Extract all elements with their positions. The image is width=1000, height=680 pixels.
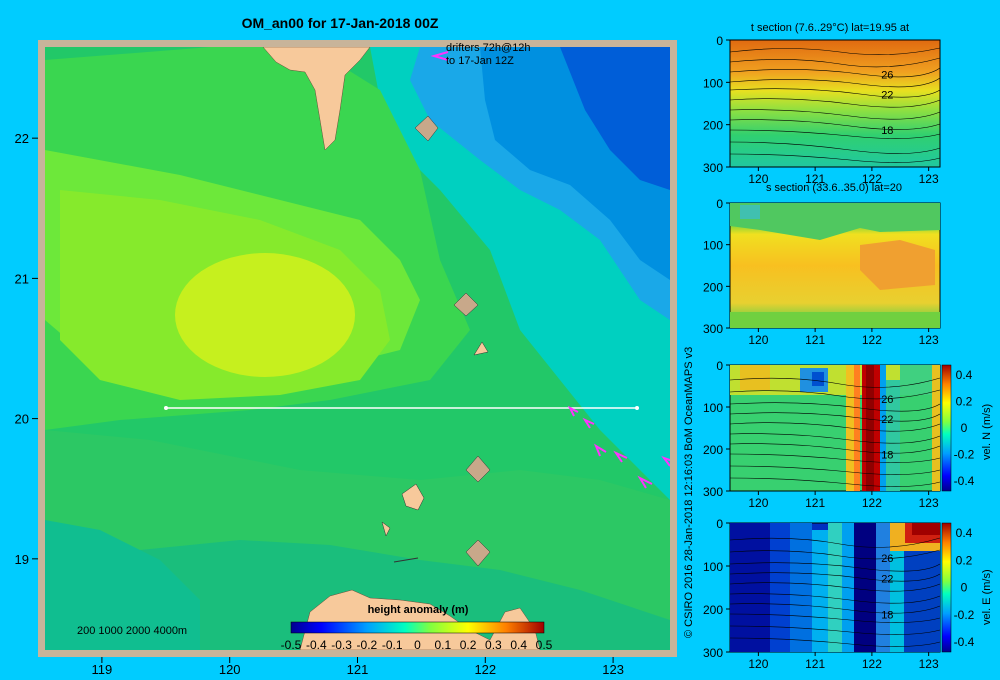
- panel-y-tick-label: 300: [703, 322, 723, 336]
- colorbar-title: height anomaly (m): [368, 604, 469, 616]
- panel-y-tick-label: 100: [703, 239, 723, 253]
- panel-y-tick-label: 100: [703, 401, 723, 415]
- map-x-tick-label: 120: [219, 662, 241, 677]
- panel-x-tick-label: 120: [748, 496, 768, 510]
- contour-label: 26: [881, 553, 893, 565]
- panel-y-tick-label: 0: [716, 359, 723, 373]
- figure-canvas: drifters 72h@12h to 17-Jan 12Z 200 1000 …: [15, 22, 993, 677]
- panel-colorbar-tick-label: 0.2: [956, 553, 973, 567]
- contour-label: 18: [881, 449, 893, 461]
- colorbar-tick-label: -0.5: [281, 638, 302, 652]
- panel-colorbar-tick-label: 0.4: [956, 368, 973, 382]
- height-anomaly-map: drifters 72h@12h to 17-Jan 12Z 200 1000 …: [15, 40, 677, 677]
- colorbar-tick-label: -0.2: [357, 638, 378, 652]
- map-field: [45, 47, 670, 650]
- panel-x-tick-label: 123: [919, 333, 939, 347]
- panel-x-tick-label: 120: [748, 172, 768, 186]
- map-y-ticks: 19 20 21 22: [15, 131, 38, 567]
- map-x-tick-label: 123: [602, 662, 624, 677]
- colorbar-tick-label: 0.4: [510, 638, 527, 652]
- colorbar-tick-label: -0.3: [331, 638, 352, 652]
- panel-colorbar-tick-label: -0.2: [954, 608, 975, 622]
- panel-x-tick-label: 122: [862, 333, 882, 347]
- contour-label: 26: [881, 394, 893, 406]
- contour-label: 18: [881, 610, 893, 622]
- panel-x-tick-label: 122: [862, 657, 882, 671]
- colorbar-tick-label: 0.2: [460, 638, 477, 652]
- colorbar-ticks: -0.5 -0.4 -0.3 -0.2 -0.1 0 0.1 0.2 0.3 0.4 0.5: [281, 638, 553, 652]
- colorbar-tick-label: 0.5: [536, 638, 553, 652]
- panel-x-tick-label: 121: [805, 657, 825, 671]
- drifter-label-2: to 17-Jan 12Z: [446, 55, 514, 67]
- panel-x-tick-label: 123: [919, 172, 939, 186]
- panel-y-tick-label: 0: [716, 197, 723, 211]
- panel-x-tick-label: 123: [919, 496, 939, 510]
- map-x-tick-label: 122: [474, 662, 496, 677]
- map-y-tick-label: 21: [15, 271, 29, 286]
- t-section-title: t section (7.6..29°C) lat=19.95 at: [751, 22, 909, 34]
- panel-colorbar-tick-label: -0.4: [954, 635, 975, 649]
- contour-label: 22: [881, 90, 893, 102]
- map-y-tick-label: 22: [15, 131, 29, 146]
- vel-e-panel: vel. E (m/s): [729, 522, 993, 653]
- panel-y-tick-label: 300: [703, 161, 723, 175]
- credit-text: © CSIRO 2016 28-Jan-2018 12:16:03 BoM Oc…: [683, 347, 695, 638]
- map-x-tick-label: 121: [347, 662, 369, 677]
- colorbar-tick-label: -0.1: [382, 638, 403, 652]
- vel-n-panel: vel. N (m/s): [729, 364, 993, 492]
- map-region-yellowgreen: [175, 253, 355, 377]
- panel-y-tick-label: 200: [703, 443, 723, 457]
- panel-y-tick-label: 0: [716, 517, 723, 531]
- panel-y-tick-label: 200: [703, 119, 723, 133]
- panel-x-tick-label: 123: [919, 657, 939, 671]
- panel-x-tick-label: 120: [748, 333, 768, 347]
- panel-x-tick-label: 120: [748, 657, 768, 671]
- panel-colorbar-tick-label: -0.4: [954, 474, 975, 488]
- panel-x-tick-label: 121: [805, 172, 825, 186]
- panel-colorbar-tick-label: 0.4: [956, 526, 973, 540]
- drifter-label-1: drifters 72h@12h: [446, 42, 531, 54]
- contour-label: 22: [881, 414, 893, 426]
- panel-colorbar-tick-label: -0.2: [954, 448, 975, 462]
- map-y-tick-label: 20: [15, 412, 29, 427]
- map-x-tick-label: 119: [92, 662, 113, 677]
- colorbar-tick-label: -0.4: [306, 638, 327, 652]
- colorbar-bar: [290, 621, 545, 634]
- panel-colorbar-tick-label: 0.2: [956, 395, 973, 409]
- panel-y-tick-label: 300: [703, 485, 723, 499]
- contour-label: 22: [881, 573, 893, 585]
- contour-label: 18: [881, 125, 893, 137]
- vel-n-label: vel. N (m/s): [981, 404, 993, 460]
- contour-label: 26: [881, 69, 893, 81]
- panel-y-tick-label: 100: [703, 76, 723, 90]
- t-section-panel: t section (7.6..29°C) lat=19.95 at: [729, 22, 941, 168]
- colorbar-tick-label: 0.3: [485, 638, 502, 652]
- panel-x-tick-label: 122: [862, 496, 882, 510]
- panel-colorbar-tick-label: 0: [961, 581, 968, 595]
- map-y-tick-label: 19: [15, 552, 29, 567]
- panel-y-tick-label: 0: [716, 34, 723, 48]
- depth-legend: 200 1000 2000 4000m: [77, 625, 187, 637]
- colorbar-tick-label: 0.1: [434, 638, 451, 652]
- vel-e-label: vel. E (m/s): [981, 569, 993, 625]
- panel-x-tick-label: 121: [805, 333, 825, 347]
- panel-y-tick-label: 200: [703, 280, 723, 294]
- panel-y-tick-label: 200: [703, 603, 723, 617]
- panel-x-tick-label: 121: [805, 496, 825, 510]
- colorbar-tick-label: 0: [414, 638, 421, 652]
- panel-y-tick-label: 100: [703, 560, 723, 574]
- panel-y-tick-label: 300: [703, 646, 723, 660]
- panel-colorbar-tick-label: 0: [961, 421, 968, 435]
- s-section-panel: s section (33.6..35.0) lat=20: [729, 182, 941, 329]
- panel-x-tick-label: 122: [862, 172, 882, 186]
- map-x-ticks: 119 120 121 122 123: [92, 657, 624, 677]
